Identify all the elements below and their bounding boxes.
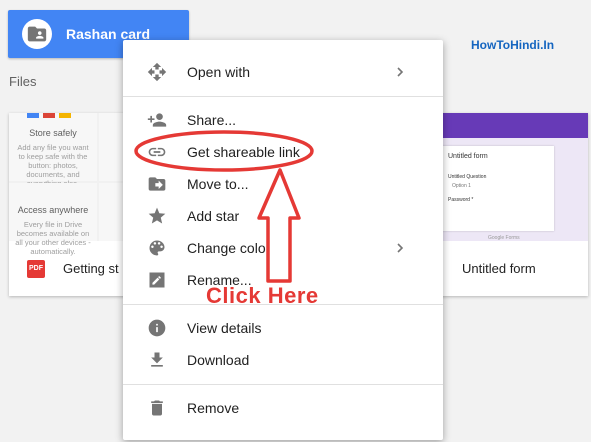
- highlight-ellipse: [134, 130, 314, 172]
- click-here-annotation: Click Here: [206, 283, 319, 308]
- annotation-overlay: [134, 130, 314, 283]
- up-arrow-icon: [257, 168, 301, 283]
